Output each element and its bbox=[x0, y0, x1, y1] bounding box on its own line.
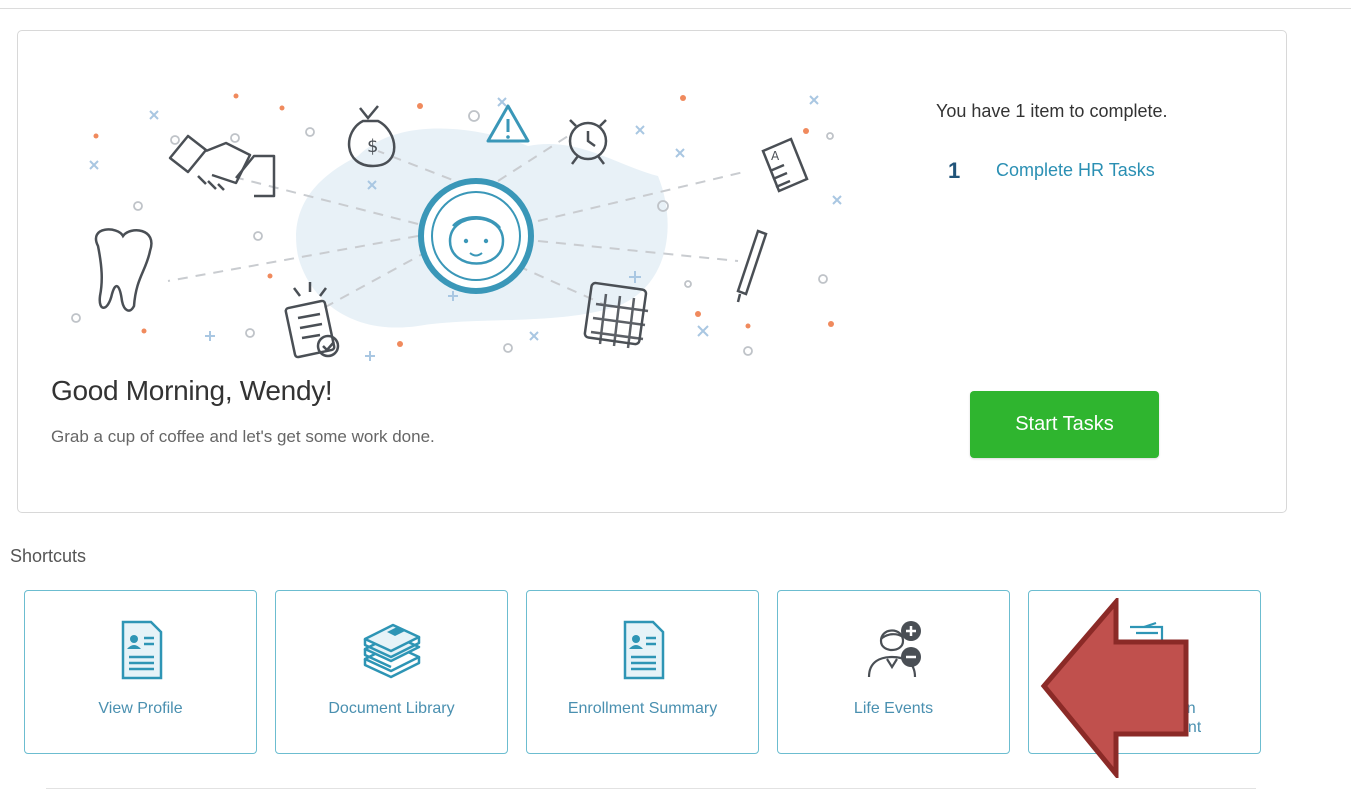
pen-icon bbox=[736, 229, 768, 303]
shortcuts-heading: Shortcuts bbox=[10, 546, 87, 566]
shortcut-label: View Profile bbox=[98, 700, 183, 717]
start-tasks-button[interactable]: Start Tasks bbox=[970, 391, 1159, 458]
user-face-icon bbox=[418, 178, 534, 294]
summary-card-icon bbox=[623, 620, 664, 680]
welcome-card: $ A Good Morning, Wendy! Grab a cup of c… bbox=[17, 30, 1287, 513]
handshake-icon bbox=[168, 134, 276, 198]
shortcut-view-profile[interactable]: View Profile bbox=[24, 590, 257, 754]
task-count: 1 bbox=[948, 158, 961, 183]
top-divider bbox=[0, 8, 1351, 9]
task-summary: You have 1 item to complete. bbox=[936, 101, 1168, 121]
annotation-arrow bbox=[1040, 598, 1189, 778]
greeting-title: Good Morning, Wendy! bbox=[51, 375, 333, 406]
shortcut-document-library[interactable]: Document Library bbox=[275, 590, 508, 754]
book-stack-icon bbox=[363, 623, 420, 679]
complete-hr-tasks-link[interactable]: Complete HR Tasks bbox=[996, 160, 1155, 181]
shortcut-label: Life Events bbox=[853, 700, 934, 717]
shortcut-label: Enrollment Summary bbox=[567, 700, 718, 717]
shortcut-enrollment-summary[interactable]: Enrollment Summary bbox=[526, 590, 759, 754]
shortcut-label: Document Library bbox=[328, 700, 455, 717]
svg-text:$: $ bbox=[367, 136, 378, 157]
profile-card-icon bbox=[121, 620, 162, 680]
alert-icon bbox=[486, 104, 530, 143]
bottom-divider bbox=[46, 788, 1256, 789]
hr-illustration: $ A bbox=[71, 93, 842, 361]
document-icon: A bbox=[761, 137, 809, 193]
life-events-icon bbox=[867, 621, 921, 678]
tooth-icon bbox=[94, 228, 153, 312]
shortcut-life-events[interactable]: Life Events bbox=[777, 590, 1010, 754]
svg-text:A: A bbox=[771, 149, 780, 163]
greeting-subtext: Grab a cup of coffee and let's get some … bbox=[51, 427, 435, 446]
